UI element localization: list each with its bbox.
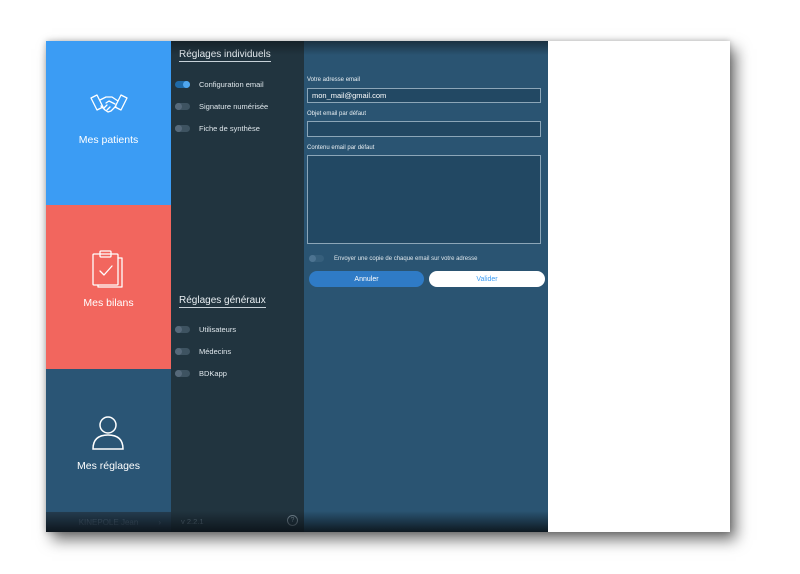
toggle-switch[interactable]	[175, 325, 190, 333]
empty-content-area	[548, 41, 730, 532]
nav-tile-label: Mes patients	[78, 134, 139, 146]
settings-item-label: BDKapp	[199, 368, 227, 378]
chevron-right-icon: ›	[158, 518, 161, 527]
app-window: Mes patients Mes bilans Mes réglages KIN…	[46, 41, 730, 532]
toggle-switch[interactable]	[175, 80, 190, 88]
settings-item-bdkapp[interactable]: BDKapp	[175, 366, 300, 380]
toggle-switch[interactable]	[175, 102, 190, 110]
clipboard-check-icon	[92, 250, 123, 288]
email-content-label: Contenu email par défaut	[307, 145, 375, 151]
settings-item-email-config[interactable]: Configuration email	[175, 77, 300, 91]
settings-item-label: Utilisateurs	[199, 324, 237, 334]
email-address-label: Votre adresse email	[307, 77, 361, 83]
toggle-switch[interactable]	[175, 347, 190, 355]
toggle-switch[interactable]	[175, 124, 190, 132]
settings-item-label: Signature numérisée	[199, 101, 269, 111]
copy-email-toggle[interactable]	[309, 255, 324, 262]
toggle-switch[interactable]	[175, 369, 190, 377]
email-subject-input[interactable]	[307, 121, 541, 137]
settings-item-users[interactable]: Utilisateurs	[175, 322, 300, 336]
version-label: v 2.2.1	[181, 517, 204, 526]
nav-tile-label: Mes réglages	[76, 460, 141, 472]
copy-email-toggle-row[interactable]: Envoyer une copie de chaque email sur vo…	[309, 255, 477, 262]
help-icon[interactable]: ?	[287, 515, 298, 526]
general-settings-title: Réglages généraux	[179, 295, 266, 308]
submit-button[interactable]: Valider	[429, 271, 545, 287]
email-subject-label: Objet email par défaut	[307, 111, 367, 117]
settings-item-label: Médecins	[199, 346, 232, 356]
settings-item-label: Configuration email	[199, 79, 264, 89]
email-config-form: Votre adresse email mon_mail@gmail.com O…	[304, 41, 548, 532]
settings-item-doctors[interactable]: Médecins	[175, 344, 300, 358]
nav-tile-reglages[interactable]: Mes réglages	[46, 369, 171, 512]
handshake-icon	[90, 94, 128, 113]
email-address-input[interactable]: mon_mail@gmail.com	[307, 88, 541, 103]
settings-nav-panel: Réglages individuels Configuration email…	[171, 41, 304, 532]
user-account-bar[interactable]: KINEPOLE Jean ›	[46, 512, 171, 532]
settings-item-signature[interactable]: Signature numérisée	[175, 99, 300, 113]
email-content-textarea[interactable]	[307, 155, 541, 244]
settings-item-synthesis-sheet[interactable]: Fiche de synthèse	[175, 121, 300, 135]
user-name: KINEPOLE Jean	[78, 518, 139, 527]
nav-tile-bilans[interactable]: Mes bilans	[46, 205, 171, 369]
individual-settings-title: Réglages individuels	[179, 49, 271, 62]
nav-tile-label: Mes bilans	[83, 297, 134, 309]
settings-item-label: Fiche de synthèse	[199, 123, 260, 133]
copy-email-toggle-label: Envoyer une copie de chaque email sur vo…	[334, 255, 478, 262]
cancel-button[interactable]: Annuler	[309, 271, 424, 287]
nav-tile-patients[interactable]: Mes patients	[46, 41, 171, 205]
user-icon	[92, 416, 124, 450]
main-sidebar: Mes patients Mes bilans Mes réglages KIN…	[46, 41, 171, 532]
